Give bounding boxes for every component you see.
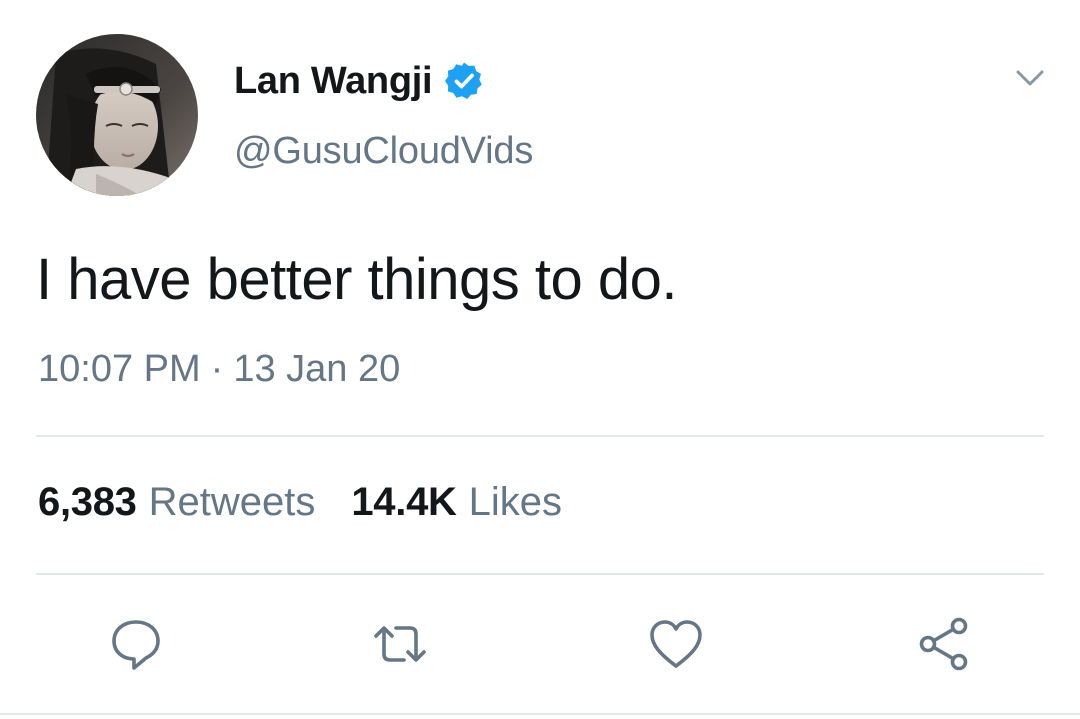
reply-button[interactable] bbox=[106, 614, 166, 674]
tweet-timestamp[interactable]: 10:07 PM · 13 Jan 20 bbox=[38, 348, 400, 391]
likes-label: Likes bbox=[468, 480, 562, 524]
likes-stat[interactable]: 14.4K Likes bbox=[351, 480, 562, 525]
retweet-button[interactable] bbox=[370, 614, 430, 674]
display-name[interactable]: Lan Wangji bbox=[234, 60, 433, 103]
tweet-stats: 6,383 Retweets 14.4K Likes bbox=[38, 480, 598, 525]
tweet-time: 10:07 PM bbox=[38, 348, 201, 390]
tweet-date: 13 Jan 20 bbox=[233, 348, 401, 390]
meta-separator: · bbox=[210, 348, 224, 390]
reply-icon bbox=[112, 620, 160, 670]
share-button[interactable] bbox=[914, 614, 974, 674]
retweets-stat[interactable]: 6,383 Retweets bbox=[38, 480, 315, 525]
divider bbox=[36, 573, 1044, 575]
heart-icon bbox=[650, 620, 702, 668]
author-handle[interactable]: @GusuCloudVids bbox=[234, 130, 533, 173]
retweets-label: Retweets bbox=[148, 480, 316, 524]
tweet-text: I have better things to do. bbox=[36, 247, 678, 312]
share-icon bbox=[919, 617, 968, 671]
divider bbox=[0, 713, 1080, 715]
avatar-image bbox=[36, 34, 198, 196]
likes-count: 14.4K bbox=[351, 480, 457, 524]
retweet-icon bbox=[374, 626, 426, 662]
divider bbox=[36, 435, 1044, 437]
like-button[interactable] bbox=[646, 614, 706, 674]
verified-badge-icon bbox=[444, 61, 484, 101]
author-name-row: Lan Wangji bbox=[234, 56, 484, 106]
avatar[interactable] bbox=[36, 34, 198, 196]
retweets-count: 6,383 bbox=[38, 480, 137, 524]
chevron-down-icon[interactable] bbox=[1010, 58, 1050, 98]
